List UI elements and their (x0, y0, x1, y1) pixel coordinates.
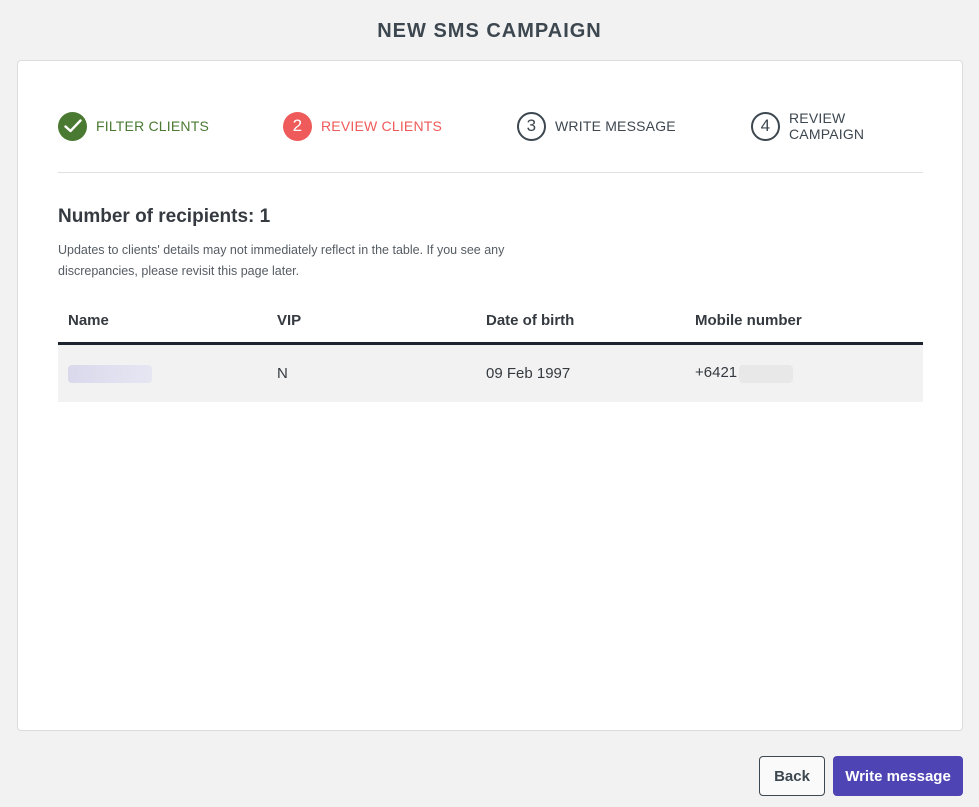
step-filter-clients[interactable]: FILTER CLIENTS (58, 111, 209, 141)
table-header: Name VIP Date of birth Mobile number (58, 299, 923, 345)
step-label: REVIEW CLIENTS (321, 118, 443, 134)
back-button[interactable]: Back (759, 756, 825, 796)
cell-dob: 09 Feb 1997 (486, 365, 571, 382)
recipients-table: Name VIP Date of birth Mobile number N 0… (58, 299, 923, 402)
step-label: FILTER CLIENTS (96, 118, 210, 134)
redacted-name (68, 364, 152, 383)
header-name[interactable]: Name (58, 312, 267, 329)
step-review-campaign[interactable]: 4 REVIEW CAMPAIGN (751, 110, 923, 142)
cell-vip: N (277, 365, 288, 382)
write-message-button[interactable]: Write message (833, 756, 963, 796)
table-row[interactable]: N 09 Feb 1997 +6421 (58, 345, 923, 402)
step-write-message[interactable]: 3 WRITE MESSAGE (517, 111, 676, 141)
campaign-card: FILTER CLIENTS 2 REVIEW CLIENTS 3 WRITE … (17, 60, 963, 731)
step-number: 4 (751, 111, 780, 141)
check-icon (58, 111, 87, 141)
update-note: Updates to clients' details may not imme… (58, 243, 505, 278)
header-date-of-birth[interactable]: Date of birth (476, 312, 685, 329)
step-label: REVIEW CAMPAIGN (789, 110, 865, 142)
header-vip[interactable]: VIP (267, 312, 476, 329)
page-title: NEW SMS CAMPAIGN (377, 20, 602, 42)
mobile-prefix: +6421 (695, 364, 738, 382)
step-label: WRITE MESSAGE (555, 118, 676, 134)
step-review-clients[interactable]: 2 REVIEW CLIENTS (283, 111, 442, 141)
header-mobile-number[interactable]: Mobile number (685, 312, 923, 329)
cell-name (58, 364, 267, 383)
redacted-number (739, 364, 794, 383)
recipients-count: Number of recipients: 1 (58, 206, 271, 227)
step-number: 3 (517, 111, 546, 141)
step-number: 2 (283, 111, 312, 141)
cell-mobile: +6421 (685, 364, 923, 383)
divider (58, 172, 923, 173)
stepper: FILTER CLIENTS 2 REVIEW CLIENTS 3 WRITE … (58, 110, 923, 143)
